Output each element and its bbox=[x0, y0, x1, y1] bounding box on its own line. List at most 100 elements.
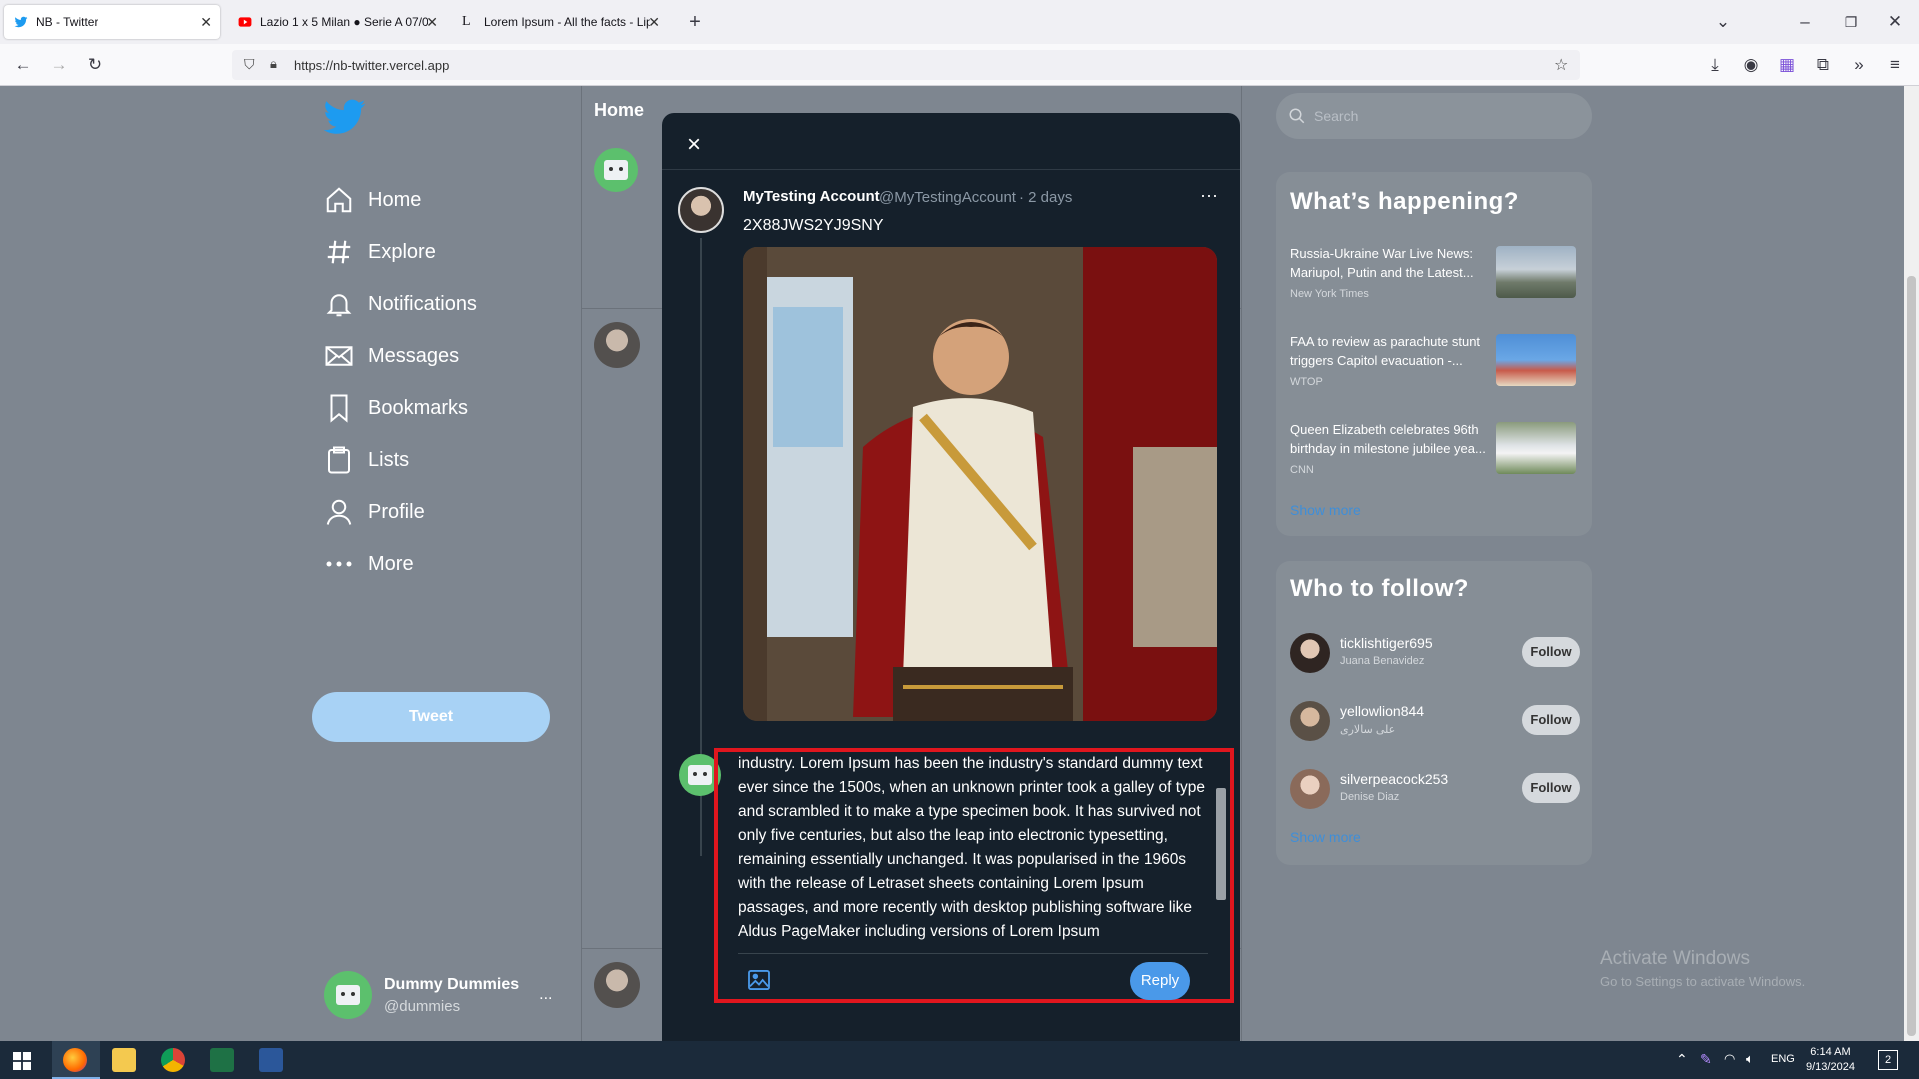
window-close-icon[interactable]: ✕ bbox=[1884, 11, 1906, 33]
sidebar-item-bookmarks[interactable]: Bookmarks bbox=[324, 386, 468, 430]
avatar bbox=[1290, 701, 1330, 741]
reply-modal: × MyTesting Account @MyTestingAccount · … bbox=[662, 113, 1240, 1041]
address-bar[interactable]: ⛉ 🔒︎ https://nb-twitter.vercel.app ☆ bbox=[232, 50, 1580, 80]
bookmark-icon bbox=[330, 394, 348, 423]
sidebar-item-messages[interactable]: Messages bbox=[324, 334, 459, 378]
wifi-icon[interactable]: ◠ bbox=[1724, 1051, 1735, 1067]
news-title: Queen Elizabeth celebrates 96th birthday… bbox=[1290, 422, 1486, 456]
sidebar-item-label: Profile bbox=[368, 500, 425, 523]
tab-close-icon[interactable]: ✕ bbox=[426, 14, 438, 31]
news-item[interactable]: Russia-Ukraine War Live News: Mariupol, … bbox=[1290, 244, 1580, 314]
sidebar-item-more[interactable]: More bbox=[324, 542, 414, 586]
follow-button[interactable]: Follow bbox=[1522, 705, 1580, 735]
sidebar-item-label: Lists bbox=[368, 448, 410, 471]
news-thumbnail bbox=[1496, 246, 1576, 298]
sidebar-item-profile[interactable]: Profile bbox=[324, 490, 425, 534]
tray-chevron-icon[interactable]: ⌃ bbox=[1676, 1051, 1688, 1068]
notification-center-icon[interactable]: 2 bbox=[1878, 1050, 1898, 1070]
tab-list-chevron-icon[interactable]: ⌄ bbox=[1712, 11, 1734, 33]
news-item[interactable]: Queen Elizabeth celebrates 96th birthday… bbox=[1290, 420, 1580, 490]
follow-button[interactable]: Follow bbox=[1522, 637, 1580, 667]
overflow-chevron-icon[interactable]: » bbox=[1848, 54, 1870, 76]
new-tab-button[interactable]: + bbox=[684, 11, 706, 33]
bell-icon bbox=[326, 294, 352, 317]
extensions-puzzle-icon[interactable]: ⧉ bbox=[1812, 54, 1834, 76]
avatar bbox=[1290, 769, 1330, 809]
lock-icon[interactable]: 🔒︎ bbox=[270, 56, 277, 72]
tab-close-icon[interactable]: ✕ bbox=[648, 14, 660, 31]
divider bbox=[738, 953, 1208, 954]
dots-icon bbox=[326, 561, 352, 567]
follow-suggestion: ticklishtiger695 Juana Benavidez Follow bbox=[1290, 627, 1580, 677]
windows-start-icon[interactable] bbox=[13, 1052, 31, 1070]
chrome-icon[interactable] bbox=[161, 1048, 185, 1072]
back-icon[interactable]: ← bbox=[12, 54, 34, 76]
avatar bbox=[324, 971, 372, 1019]
tab-title: NB - Twitter bbox=[36, 15, 99, 29]
tab-nb-twitter[interactable]: NB - Twitter ✕ bbox=[4, 5, 220, 39]
tab-lorem-ipsum[interactable]: L Lorem Ipsum - All the facts - Lipsu ✕ bbox=[452, 5, 668, 39]
menu-hamburger-icon[interactable]: ≡ bbox=[1884, 54, 1906, 76]
show-more-link[interactable]: Show more bbox=[1290, 502, 1361, 518]
news-source: WTOP bbox=[1290, 376, 1323, 388]
account-more-icon[interactable]: ... bbox=[539, 986, 552, 1004]
hashtag-icon bbox=[327, 240, 351, 264]
textarea-scrollbar[interactable] bbox=[1215, 758, 1227, 938]
tweet-image[interactable] bbox=[743, 247, 1217, 721]
language-indicator[interactable]: ENG bbox=[1771, 1053, 1795, 1065]
who-to-follow-panel: Who to follow? ticklishtiger695 Juana Be… bbox=[1276, 561, 1592, 865]
close-icon[interactable]: × bbox=[680, 131, 708, 159]
firefox-icon[interactable] bbox=[63, 1048, 87, 1072]
trends-title: What’s happening? bbox=[1290, 188, 1519, 215]
clock[interactable]: 6:14 AM 9/13/2024 bbox=[1806, 1045, 1855, 1075]
tab-close-icon[interactable]: ✕ bbox=[200, 14, 212, 31]
shield-icon[interactable]: ⛉ bbox=[244, 56, 255, 73]
tweet-author-handle: @MyTestingAccount bbox=[879, 189, 1016, 206]
search-placeholder: Search bbox=[1314, 108, 1359, 124]
downloads-icon[interactable]: ⤓ bbox=[1704, 54, 1726, 76]
url-text[interactable]: https://nb-twitter.vercel.app bbox=[294, 58, 449, 73]
twitter-logo-icon[interactable] bbox=[324, 99, 366, 135]
sidebar-item-explore[interactable]: Explore bbox=[324, 230, 436, 274]
news-title: FAA to review as parachute stunt trigger… bbox=[1290, 334, 1481, 368]
news-item[interactable]: FAA to review as parachute stunt trigger… bbox=[1290, 332, 1580, 402]
volume-icon[interactable]: 🔈︎ bbox=[1746, 1051, 1754, 1067]
reply-textarea[interactable]: industry. Lorem Ipsum has been the indus… bbox=[738, 752, 1208, 950]
search-input[interactable]: Search bbox=[1276, 93, 1592, 139]
forward-icon[interactable]: → bbox=[48, 54, 70, 76]
image-upload-icon[interactable] bbox=[748, 970, 770, 990]
sidebar-item-label: More bbox=[368, 552, 414, 575]
word-icon[interactable] bbox=[259, 1048, 283, 1072]
file-explorer-icon[interactable] bbox=[112, 1048, 136, 1072]
bookmark-star-icon[interactable]: ☆ bbox=[1554, 55, 1568, 75]
tab-lazio-milan[interactable]: Lazio 1 x 5 Milan ● Serie A 07/08 ✕ bbox=[228, 5, 446, 39]
sidebar-item-home[interactable]: Home bbox=[324, 178, 421, 222]
sidebar-item-label: Bookmarks bbox=[368, 396, 469, 419]
restore-icon[interactable]: ❐ bbox=[1840, 11, 1862, 33]
news-thumbnail bbox=[1496, 422, 1576, 474]
account-icon[interactable]: ◉ bbox=[1740, 54, 1762, 76]
more-options-icon[interactable]: ··· bbox=[1200, 185, 1218, 206]
excel-icon[interactable] bbox=[210, 1048, 234, 1072]
tab-title: Lazio 1 x 5 Milan ● Serie A 07/08 bbox=[260, 15, 428, 29]
tweet-button[interactable]: Tweet bbox=[312, 692, 550, 742]
user-icon bbox=[326, 499, 352, 525]
compose-avatar bbox=[594, 148, 638, 192]
sidebar-item-lists[interactable]: Lists bbox=[324, 438, 409, 482]
reload-icon[interactable]: ↻ bbox=[84, 54, 106, 76]
tweet-timestamp: · 2 days bbox=[1019, 189, 1073, 206]
extension-icon[interactable]: ▦ bbox=[1776, 54, 1798, 76]
minimize-icon[interactable]: – bbox=[1794, 11, 1816, 33]
account-switcher[interactable]: Dummy Dummies @dummies ... bbox=[324, 968, 553, 1022]
watermark-subtitle: Go to Settings to activate Windows. bbox=[1600, 974, 1806, 989]
reply-composer: industry. Lorem Ipsum has been the indus… bbox=[714, 748, 1234, 1003]
sidebar: Home Explore Notifications Messages Book… bbox=[310, 86, 580, 1041]
reply-button[interactable]: Reply bbox=[1130, 962, 1190, 1000]
home-icon bbox=[326, 187, 352, 213]
follow-button[interactable]: Follow bbox=[1522, 773, 1580, 803]
page-scrollbar[interactable] bbox=[1904, 86, 1919, 1041]
show-more-link[interactable]: Show more bbox=[1290, 829, 1361, 845]
pen-icon[interactable]: ✎ bbox=[1700, 1051, 1712, 1068]
account-handle: @dummies bbox=[384, 997, 461, 1015]
sidebar-item-notifications[interactable]: Notifications bbox=[324, 282, 477, 326]
